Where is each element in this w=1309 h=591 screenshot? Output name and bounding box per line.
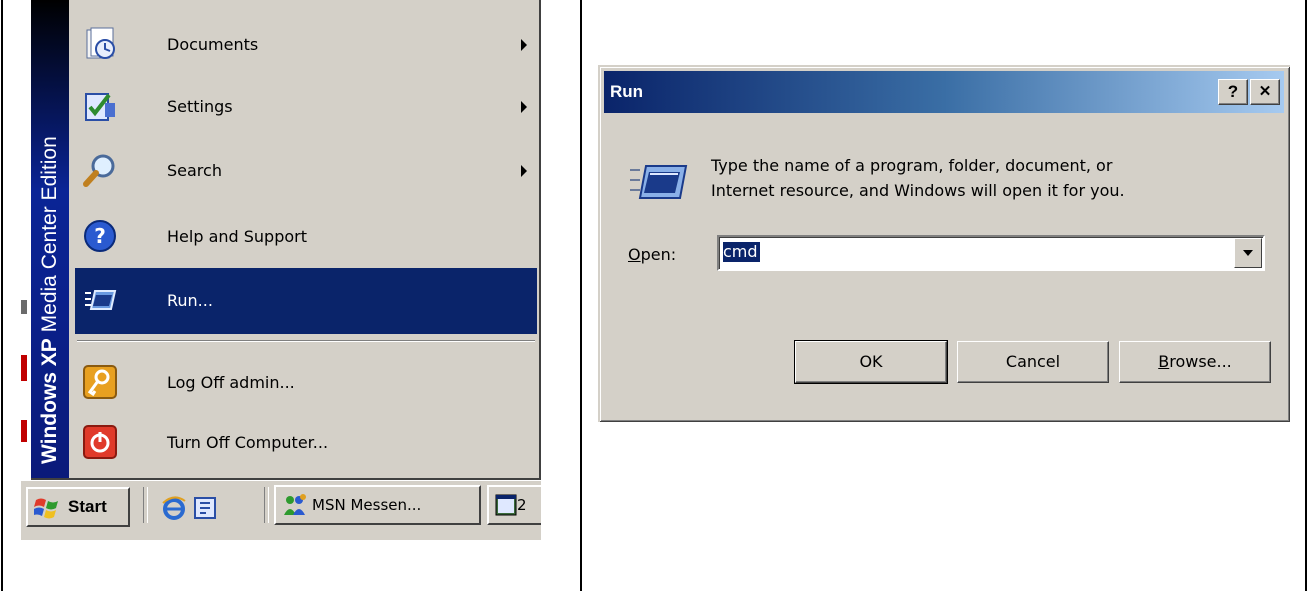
- submenu-arrow-icon: [521, 101, 527, 113]
- banner-rest: Media Center Edition: [38, 136, 61, 339]
- menu-separator: [77, 340, 535, 342]
- submenu-arrow-icon: [521, 39, 527, 51]
- desktop-edge-mark: [21, 420, 27, 442]
- dialog-title: Run: [610, 82, 644, 101]
- help-icon: ?: [83, 219, 117, 253]
- open-label-accel: O: [628, 245, 641, 264]
- browse-button[interactable]: Browse...: [1119, 341, 1271, 383]
- run-icon: [628, 162, 688, 206]
- submenu-arrow-icon: [521, 165, 527, 177]
- menu-item-help[interactable]: ? Help and Support: [75, 204, 537, 270]
- menu-item-label: Log Off admin...: [167, 373, 295, 392]
- menu-item-label: Help and Support: [167, 227, 307, 246]
- desktop-icon[interactable]: [193, 495, 219, 521]
- ok-button[interactable]: OK: [794, 340, 948, 384]
- run-dialog-titlebar[interactable]: Run ? ✕: [604, 71, 1284, 113]
- menu-item-label: Documents: [167, 35, 259, 54]
- open-label-rest: pen:: [640, 245, 677, 264]
- close-button[interactable]: ✕: [1250, 79, 1280, 105]
- browse-accel: B: [1158, 352, 1170, 371]
- open-combobox[interactable]: cmd: [717, 235, 1265, 271]
- table-border-middle: [580, 0, 582, 591]
- banner-bold: Windows XP: [38, 338, 61, 464]
- window-icon: [495, 494, 517, 516]
- combobox-dropdown-button[interactable]: [1234, 238, 1262, 268]
- menu-item-label: Turn Off Computer...: [167, 433, 329, 452]
- start-button-label: Start: [68, 497, 107, 516]
- open-input-value[interactable]: cmd: [723, 242, 760, 262]
- taskbar: Start MSN Messen... 2: [21, 480, 541, 540]
- menu-item-search[interactable]: Search: [75, 138, 537, 204]
- desktop-edge-mark: [21, 300, 27, 314]
- menu-item-documents[interactable]: Documents: [75, 12, 537, 78]
- svg-text:?: ?: [94, 224, 106, 248]
- task-button-label: MSN Messen...: [312, 496, 422, 514]
- open-label: Open:: [628, 243, 676, 267]
- task-button-label: 2: [517, 496, 527, 514]
- dialog-message-line: Internet resource, and Windows will open…: [711, 181, 1125, 200]
- task-button-window[interactable]: 2: [487, 485, 541, 525]
- dialog-message: Type the name of a program, folder, docu…: [711, 153, 1125, 203]
- msn-messenger-icon: [284, 494, 306, 515]
- log-off-icon: [83, 365, 117, 399]
- task-button-msn-messenger[interactable]: MSN Messen...: [274, 485, 481, 525]
- dialog-message-line: Type the name of a program, folder, docu…: [711, 156, 1113, 175]
- start-button[interactable]: Start: [26, 487, 130, 527]
- menu-item-log-off[interactable]: Log Off admin...: [75, 350, 537, 416]
- menu-item-label: Search: [167, 161, 222, 180]
- browse-rest: rowse...: [1169, 352, 1232, 371]
- run-icon: [83, 283, 117, 317]
- taskbar-grip[interactable]: [143, 487, 148, 523]
- internet-explorer-icon[interactable]: [161, 495, 187, 521]
- desktop-edge: [21, 0, 31, 480]
- menu-item-label: Run...: [167, 291, 213, 310]
- desktop-edge-mark: [21, 355, 27, 381]
- start-menu-banner: Windows XP Media Center Edition: [31, 0, 69, 478]
- menu-item-turn-off[interactable]: Turn Off Computer...: [75, 410, 537, 476]
- help-button[interactable]: ?: [1218, 79, 1248, 105]
- banner-text: Windows XP Media Center Edition: [32, 14, 68, 464]
- menu-item-run[interactable]: Run...: [75, 268, 537, 334]
- menu-item-settings[interactable]: Settings: [75, 74, 537, 140]
- search-icon: [83, 153, 117, 187]
- table-border-right: [1305, 0, 1307, 591]
- documents-icon: [83, 27, 117, 61]
- power-icon: [83, 425, 117, 459]
- menu-item-label: Settings: [167, 97, 233, 116]
- table-border-left: [1, 0, 3, 591]
- start-menu: Windows XP Media Center Edition Document…: [31, 0, 541, 480]
- start-menu-screenshot: Windows XP Media Center Edition Document…: [21, 0, 541, 540]
- chevron-down-icon: [1243, 250, 1253, 256]
- run-dialog: Run ? ✕ Type the name of a program, fold…: [598, 65, 1290, 422]
- settings-icon: [83, 89, 117, 123]
- cancel-button[interactable]: Cancel: [957, 341, 1109, 383]
- windows-logo-icon: [34, 498, 58, 519]
- taskbar-grip[interactable]: [264, 487, 269, 523]
